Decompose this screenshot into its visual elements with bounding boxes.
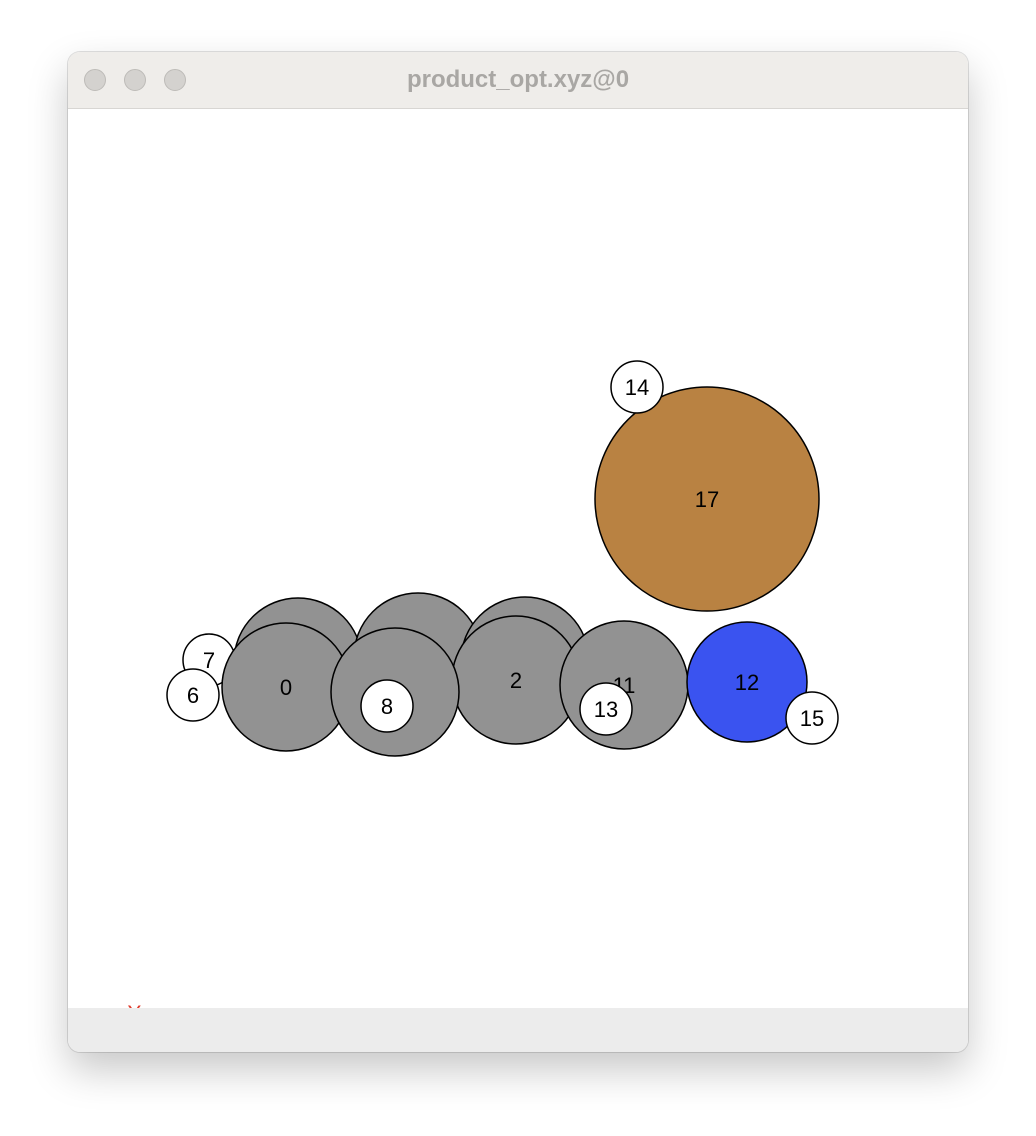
window-title: product_opt.xyz@0	[406, 66, 630, 93]
atom-13[interactable]: 13	[579, 682, 633, 736]
atom-label-17: 17	[695, 487, 719, 512]
atom-14[interactable]: 14	[610, 360, 664, 414]
title-bar[interactable]: product_opt.xyz@0	[68, 52, 968, 109]
atom-label-8: 8	[381, 694, 393, 719]
atom-6[interactable]: 6	[166, 668, 220, 722]
molecule-canvas[interactable]: 7 0 6 2 8 1113 12 15 17 14 X Y Z	[68, 109, 968, 1052]
atom-label-0: 0	[280, 675, 292, 700]
status-bar	[68, 1008, 968, 1052]
atoms-layer: 7 0 6 2 8 1113 12 15 17 14	[166, 360, 839, 757]
molecule-viewport[interactable]: 7 0 6 2 8 1113 12 15 17 14 X Y Z	[68, 109, 968, 1052]
atom-8[interactable]: 8	[360, 679, 414, 733]
atom-label-12: 12	[735, 670, 759, 695]
atom-label-7: 7	[203, 648, 215, 673]
atom-17[interactable]: 17	[594, 386, 820, 612]
viewer-window: product_opt.xyz@0 7 0 6 2 8 1113 12 15 17 14 X Y …	[68, 52, 968, 1052]
atom-label-15: 15	[800, 706, 824, 731]
atom-11[interactable]: 11	[559, 620, 689, 750]
axis-x-label: X	[127, 1001, 142, 1008]
atom-15[interactable]: 15	[785, 691, 839, 745]
atom-label-13: 13	[594, 697, 618, 722]
atom-label-6: 6	[187, 683, 199, 708]
atom-label-2: 2	[510, 668, 522, 693]
atom-label-14: 14	[625, 375, 649, 400]
axis-triad: X Y Z	[107, 1001, 142, 1052]
